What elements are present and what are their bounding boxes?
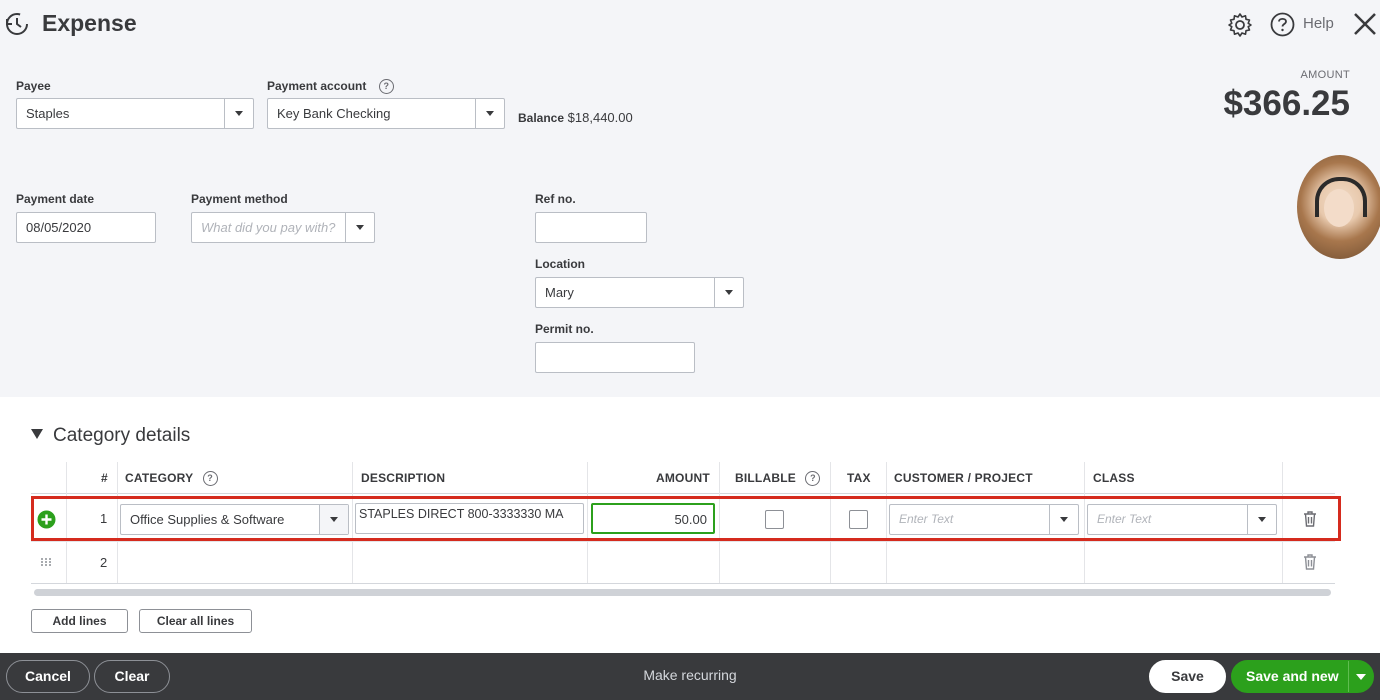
payment-account-select[interactable]: Key Bank Checking (267, 98, 505, 129)
col-header-billable: BILLABLE ? (735, 462, 821, 492)
col-header-category: CATEGORY ? (125, 462, 218, 492)
col-header-customer-project: CUSTOMER / PROJECT (894, 471, 1033, 485)
chevron-down-icon[interactable] (714, 278, 743, 307)
col-header-num: # (101, 471, 108, 485)
info-icon[interactable]: ? (805, 471, 821, 487)
total-amount: $366.25 (1223, 84, 1350, 123)
selected-row-highlight (31, 496, 1341, 541)
add-lines-button[interactable]: Add lines (31, 609, 128, 633)
ref-no-input[interactable] (535, 212, 647, 243)
info-icon[interactable]: ? (202, 471, 218, 487)
balance: Balance $18,440.00 (518, 110, 633, 125)
payee-label: Payee (16, 79, 51, 93)
recent-history-icon[interactable] (4, 11, 30, 37)
col-header-amount: AMOUNT (656, 471, 710, 485)
close-icon[interactable] (1351, 10, 1379, 38)
location-select[interactable]: Mary (535, 277, 744, 308)
payee-value: Staples (26, 106, 70, 121)
clear-all-lines-button[interactable]: Clear all lines (139, 609, 252, 633)
payment-method-placeholder: What did you pay with? (201, 220, 336, 235)
top-bar (0, 0, 1380, 50)
permit-no-input[interactable] (535, 342, 695, 373)
ref-no-label: Ref no. (535, 192, 576, 206)
chevron-down-icon[interactable] (224, 99, 253, 128)
location-label: Location (535, 257, 585, 271)
payment-account-label: Payment account ? (267, 79, 394, 95)
amount-label: AMOUNT (1300, 69, 1350, 81)
chevron-down-icon[interactable] (475, 99, 504, 128)
category-details-toggle[interactable]: Category details (31, 425, 190, 447)
help-icon[interactable] (1269, 11, 1296, 38)
gear-icon[interactable] (1226, 11, 1254, 39)
save-and-new-button[interactable]: Save and new (1231, 660, 1374, 693)
col-header-tax: TAX (847, 471, 871, 485)
webcam-avatar (1297, 155, 1380, 259)
col-header-description: DESCRIPTION (361, 471, 446, 485)
row-number: 2 (100, 555, 108, 570)
collapse-triangle-icon (31, 428, 43, 439)
permit-no-label: Permit no. (535, 322, 594, 336)
info-icon[interactable]: ? (378, 79, 394, 95)
trash-icon[interactable] (1303, 554, 1317, 570)
chevron-down-icon[interactable] (345, 213, 374, 242)
save-button[interactable]: Save (1149, 660, 1226, 693)
payee-select[interactable]: Staples (16, 98, 254, 129)
payment-date-label: Payment date (16, 192, 95, 206)
payment-method-select[interactable]: What did you pay with? (191, 212, 375, 243)
save-options-chevron-icon[interactable] (1356, 674, 1366, 680)
location-value: Mary (545, 285, 574, 300)
page-title: Expense (42, 10, 137, 36)
payment-date-input[interactable]: 08/05/2020 (16, 212, 156, 243)
col-header-class: CLASS (1093, 471, 1135, 485)
payment-method-label: Payment method (191, 192, 288, 206)
drag-handle-icon[interactable] (40, 557, 52, 567)
payment-account-value: Key Bank Checking (277, 106, 391, 121)
horizontal-scrollbar[interactable] (34, 589, 1331, 596)
help-link[interactable]: Help (1303, 15, 1334, 32)
